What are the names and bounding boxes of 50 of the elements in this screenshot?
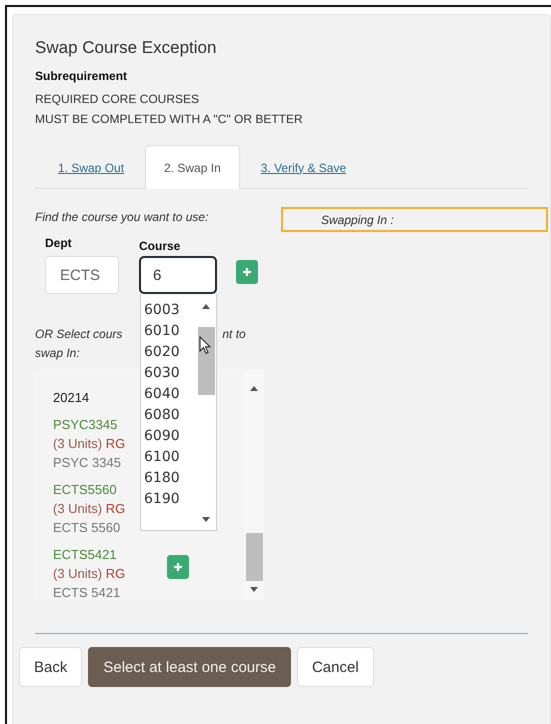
course-code[interactable]: ECTS5421 <box>53 545 126 564</box>
dropdown-option[interactable]: 6010 <box>141 321 196 342</box>
course-name: ECTS 5421 <box>53 584 122 602</box>
add-course-button[interactable] <box>167 554 190 578</box>
course-units: (3 Units) RG <box>53 565 126 583</box>
mouse-pointer-icon <box>199 336 211 355</box>
dropdown-option[interactable]: 6100 <box>141 447 196 468</box>
course-name: ECTS 5560 <box>53 519 122 537</box>
add-course-button[interactable] <box>236 260 258 284</box>
dropdown-option[interactable]: 6090 <box>141 426 196 447</box>
course-name: PSYC 3345 <box>53 454 122 472</box>
dialog-button[interactable]: Cancel <box>296 647 374 687</box>
tab[interactable]: 2. Swap In <box>145 145 240 189</box>
course-field[interactable]: 6 <box>139 256 217 294</box>
scrollbar-thumb[interactable] <box>246 533 262 581</box>
dialog-title: Swap Course Exception <box>35 37 218 59</box>
requirement-text: MUST BE COMPLETED WITH A "C" OR BETTER <box>35 111 304 128</box>
plus-icon <box>173 562 184 572</box>
requirement-text: REQUIRED CORE COURSES <box>35 91 200 108</box>
scroll-down-arrow-icon[interactable] <box>202 517 210 522</box>
tab[interactable]: 3. Verify & Save <box>242 145 366 189</box>
tab[interactable]: 1. Swap Out <box>39 145 144 189</box>
plus-icon <box>242 267 252 277</box>
dialog-button[interactable]: Back <box>19 647 82 687</box>
or-select-text: OR Select cours <box>35 326 122 343</box>
swapping-in-box: Swapping In : <box>281 207 548 232</box>
course-units: (3 Units) RG <box>53 435 126 453</box>
course-units: (3 Units) RG <box>53 500 126 518</box>
or-select-text: swap In: <box>35 345 80 362</box>
scroll-up-arrow-icon[interactable] <box>250 386 258 391</box>
dropdown-option[interactable]: 6030 <box>141 363 196 384</box>
or-select-text: nt to <box>222 326 246 343</box>
dropdown-option[interactable]: 6020 <box>141 342 196 363</box>
course-code[interactable]: PSYC3345 <box>53 415 126 434</box>
course-label: Course <box>139 239 182 253</box>
list-heading: 20214 <box>53 389 90 407</box>
subrequirement-label: Subrequirement <box>35 69 128 83</box>
dept-field[interactable]: ECTS <box>45 256 119 294</box>
find-prompt: Find the course you want to use: <box>35 209 210 226</box>
dept-label: Dept <box>45 236 73 250</box>
dropdown-option[interactable]: 6180 <box>141 468 196 489</box>
dropdown-option[interactable]: 6080 <box>141 405 196 426</box>
scroll-down-arrow-icon[interactable] <box>250 587 258 592</box>
scroll-up-arrow-icon[interactable] <box>202 304 210 309</box>
course-code[interactable]: ECTS5560 <box>53 480 126 499</box>
submit-button[interactable]: Select at least one course <box>88 647 291 687</box>
dropdown-option[interactable]: 6003 <box>141 300 196 321</box>
dropdown-option[interactable]: 6190 <box>141 489 196 510</box>
scrollbar-thumb[interactable] <box>198 327 214 395</box>
dropdown-option[interactable]: 6040 <box>141 384 196 405</box>
